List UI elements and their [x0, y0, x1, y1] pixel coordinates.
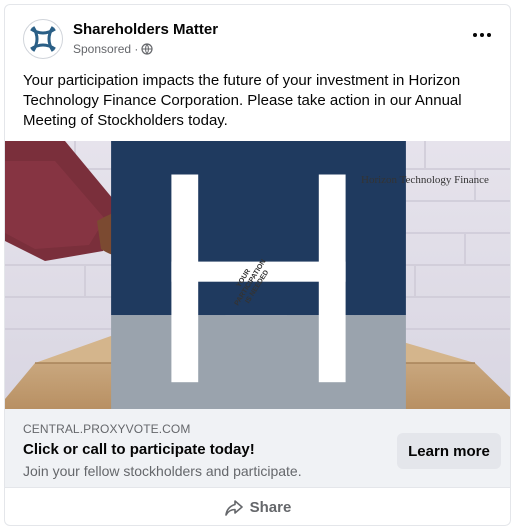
more-options-button[interactable] [468, 25, 496, 45]
post-meta: Sponsored · [73, 42, 153, 56]
post-header: Shareholders Matter Sponsored · [5, 5, 510, 65]
page-name[interactable]: Shareholders Matter [73, 21, 218, 38]
globe-icon[interactable] [141, 43, 153, 55]
share-button[interactable]: Share [224, 499, 292, 517]
learn-more-button[interactable]: Learn more [397, 433, 501, 469]
link-title[interactable]: Click or call to participate today! [23, 441, 255, 458]
more-dot [487, 33, 491, 37]
brand-name: Horizon Technology Finance [361, 174, 489, 186]
share-label: Share [249, 499, 292, 516]
post-actions: Share [5, 487, 510, 525]
share-icon [224, 499, 243, 516]
shareholders-logo-icon [29, 25, 57, 53]
sponsored-label[interactable]: Sponsored · [73, 42, 138, 56]
link-domain: CENTRAL.PROXYVOTE.COM [23, 422, 191, 436]
ad-creative-image[interactable]: Horizon Technology Finance YOUR PARTICIP… [5, 141, 510, 409]
page-avatar[interactable] [23, 19, 63, 59]
post-text: Your participation impacts the future of… [23, 72, 462, 129]
more-dot [480, 33, 484, 37]
link-description: Join your fellow stockholders and partic… [23, 463, 302, 479]
sponsored-post-card: Shareholders Matter Sponsored · Your par… [4, 4, 511, 526]
more-dot [473, 33, 477, 37]
link-preview[interactable]: CENTRAL.PROXYVOTE.COM Click or call to p… [5, 409, 510, 487]
